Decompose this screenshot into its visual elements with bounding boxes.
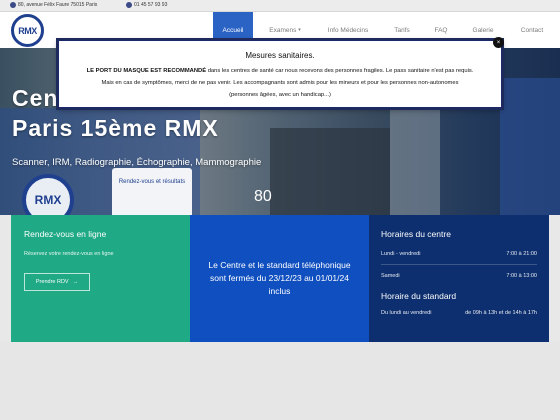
nav-label: Accueil	[222, 26, 244, 34]
hours-row: Lundi - vendredi 7:00 à 21:00	[381, 251, 537, 257]
storefront-sign: Rendez-vous et résultats	[112, 168, 192, 215]
hero-bg-panel	[500, 78, 560, 215]
hours-title: Horaires du centre	[381, 229, 451, 239]
modal-title: Mesures sanitaires.	[245, 51, 315, 60]
modal-text: dans les centres de santé car nous recev…	[206, 68, 474, 74]
phone-text[interactable]: 01 45 57 93 93	[134, 2, 167, 8]
hero-street-number: 80	[254, 188, 272, 205]
phone-item[interactable]: 01 45 57 93 93	[126, 2, 167, 8]
sanitary-measures-modal: × Mesures sanitaires. LE PORT DU MASQUE …	[58, 37, 504, 108]
phone-icon	[126, 2, 132, 8]
nav-label: Info Médecins	[327, 26, 369, 34]
modal-body: LE PORT DU MASQUE EST RECOMMANDÉ dans le…	[59, 65, 501, 101]
standard-row: Du lundi au vendredi de 09h à 13h et de …	[381, 310, 537, 316]
rdv-box: Rendez-vous en ligne Réservez votre rend…	[11, 215, 190, 342]
page-bottom-area	[0, 342, 560, 420]
modal-bold-text: LE PORT DU MASQUE EST RECOMMANDÉ	[86, 68, 207, 74]
standard-day: Du lundi au vendredi	[381, 310, 432, 316]
rdv-title: Rendez-vous en ligne	[24, 229, 107, 239]
rdv-text: Réservez votre rendez-vous en ligne	[24, 251, 114, 257]
modal-line-1: LE PORT DU MASQUE EST RECOMMANDÉ dans le…	[67, 65, 493, 77]
hours-row: Samedi 7:00 à 13:00	[381, 273, 537, 279]
hours-day: Lundi - vendredi	[381, 251, 421, 257]
take-appointment-button[interactable]: Prendre RDV →	[24, 273, 90, 291]
hours-box: Horaires du centre Lundi - vendredi 7:00…	[369, 215, 549, 342]
address-item: 80, avenue Félix Faure 75015 Paris	[10, 2, 97, 8]
nav-label: Galerie	[472, 26, 494, 34]
divider	[381, 264, 537, 265]
arrow-right-icon: →	[72, 279, 79, 285]
standard-title: Horaire du standard	[381, 291, 457, 301]
storefront-sign-text: Rendez-vous et résultats	[118, 179, 186, 185]
hero-title-line1: Cen	[12, 85, 59, 111]
logo-text: RMX	[18, 25, 37, 36]
standard-hours: de 09h à 13h et de 14h à 17h	[465, 310, 537, 316]
closure-notice-text: Le Centre et le standard téléphonique so…	[208, 260, 351, 296]
location-icon	[10, 2, 16, 8]
hero-bg-door	[270, 128, 390, 215]
button-label: Prendre RDV	[35, 279, 69, 285]
hours-value: 7:00 à 21:00	[506, 251, 537, 257]
storefront-logo-text: RMX	[34, 193, 62, 207]
nav-label: FAQ	[434, 26, 448, 34]
nav-label: Examens	[269, 26, 297, 34]
top-info-bar: 80, avenue Félix Faure 75015 Paris 01 45…	[0, 0, 560, 12]
nav-label: Contact	[520, 26, 544, 34]
nav-item-contact[interactable]: Contact	[510, 12, 554, 48]
modal-line-2: Mais en cas de symptômes, merci de ne pa…	[101, 80, 459, 86]
nav-label: Tarifs	[394, 26, 410, 34]
address-text: 80, avenue Félix Faure 75015 Paris	[18, 2, 98, 8]
info-boxes: Rendez-vous en ligne Réservez votre rend…	[11, 215, 549, 342]
hero-title-line2: Paris 15ème RMX	[12, 115, 219, 141]
modal-line-3: (personnes âgées, avec un handicap...)	[229, 92, 331, 98]
hours-day: Samedi	[381, 273, 400, 279]
hours-value: 7:00 à 13:00	[506, 273, 537, 279]
chevron-down-icon: ▾	[298, 27, 301, 33]
site-logo[interactable]: RMX	[11, 14, 44, 47]
hero-subtitle: Scanner, IRM, Radiographie, Échographie,…	[12, 157, 262, 168]
closure-notice-box: Le Centre et le standard téléphonique so…	[190, 215, 369, 342]
close-icon[interactable]: ×	[493, 37, 504, 48]
